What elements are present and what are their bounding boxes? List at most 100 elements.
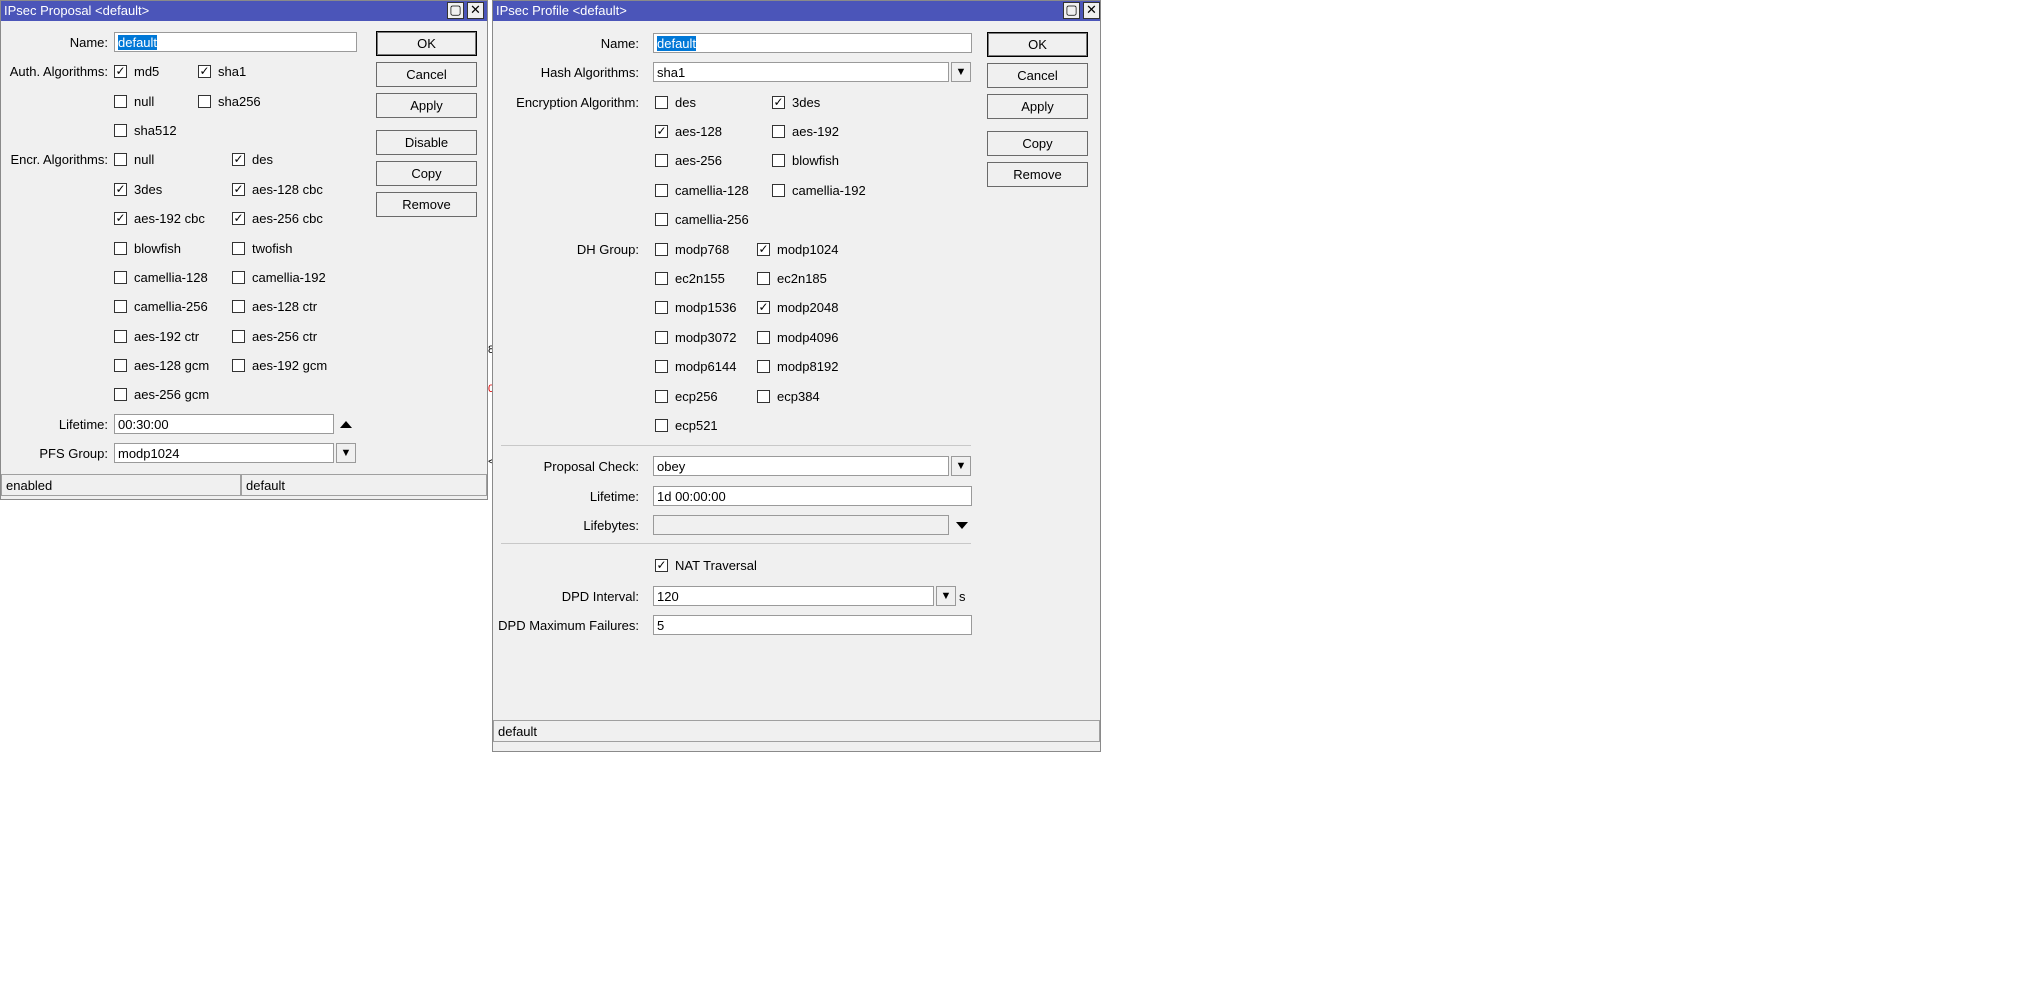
checkbox-box[interactable] <box>655 96 668 109</box>
remove-button[interactable]: Remove <box>987 162 1088 187</box>
ok-button[interactable]: OK <box>987 32 1088 57</box>
enc-checkbox-camellia-256[interactable]: camellia-256 <box>655 212 749 227</box>
profile-name-field[interactable]: default <box>653 33 972 53</box>
enc-checkbox-blowfish[interactable]: blowfish <box>772 153 839 168</box>
checkbox-box[interactable]: ✓ <box>232 212 245 225</box>
maximize-icon[interactable]: ▢ <box>447 2 464 19</box>
cancel-button[interactable]: Cancel <box>987 63 1088 88</box>
nat-traversal-checkbox[interactable]: ✓ NAT Traversal <box>655 558 757 573</box>
close-icon[interactable]: ✕ <box>467 2 484 19</box>
encr-checkbox-camellia-192[interactable]: camellia-192 <box>232 270 326 285</box>
checkbox-box[interactable] <box>232 242 245 255</box>
checkbox-box[interactable] <box>114 124 127 137</box>
checkbox-box[interactable] <box>232 330 245 343</box>
checkbox-box[interactable] <box>232 271 245 284</box>
checkbox-box[interactable] <box>772 154 785 167</box>
checkbox-box[interactable] <box>198 95 211 108</box>
dh-checkbox-modp3072[interactable]: modp3072 <box>655 330 736 345</box>
checkbox-box[interactable] <box>114 271 127 284</box>
checkbox-box[interactable] <box>114 153 127 166</box>
dh-checkbox-modp6144[interactable]: modp6144 <box>655 359 736 374</box>
encr-checkbox-camellia-256[interactable]: camellia-256 <box>114 299 208 314</box>
checkbox-box[interactable] <box>655 154 668 167</box>
checkbox-box[interactable] <box>655 213 668 226</box>
dh-checkbox-ecp521[interactable]: ecp521 <box>655 418 718 433</box>
expand-up-icon[interactable] <box>340 421 352 428</box>
dh-checkbox-modp768[interactable]: modp768 <box>655 242 729 257</box>
checkbox-box[interactable]: ✓ <box>232 183 245 196</box>
checkbox-box[interactable]: ✓ <box>655 125 668 138</box>
enc-checkbox-des[interactable]: des <box>655 95 696 110</box>
checkbox-box[interactable] <box>655 301 668 314</box>
remove-button[interactable]: Remove <box>376 192 477 217</box>
proposal-check-select[interactable]: obey <box>653 456 949 476</box>
encr-checkbox-aes-192-gcm[interactable]: aes-192 gcm <box>232 358 327 373</box>
checkbox-box[interactable] <box>655 272 668 285</box>
pfs-group-select[interactable]: modp1024 <box>114 443 334 463</box>
dh-checkbox-ecp256[interactable]: ecp256 <box>655 389 718 404</box>
checkbox-box[interactable]: ✓ <box>757 301 770 314</box>
checkbox-box[interactable] <box>232 300 245 313</box>
auth-checkbox-sha256[interactable]: sha256 <box>198 94 261 109</box>
encr-checkbox-aes-256-gcm[interactable]: aes-256 gcm <box>114 387 209 402</box>
dropdown-arrow-icon[interactable]: ▼ <box>936 586 956 606</box>
dh-checkbox-modp8192[interactable]: modp8192 <box>757 359 838 374</box>
dh-checkbox-ec2n185[interactable]: ec2n185 <box>757 271 827 286</box>
encr-checkbox-des[interactable]: ✓ des <box>232 152 273 167</box>
checkbox-box[interactable] <box>232 359 245 372</box>
dh-checkbox-ecp384[interactable]: ecp384 <box>757 389 820 404</box>
dh-checkbox-modp4096[interactable]: modp4096 <box>757 330 838 345</box>
dpd-interval-field[interactable]: 120 <box>653 586 934 606</box>
checkbox-box[interactable]: ✓ <box>114 65 127 78</box>
maximize-icon[interactable]: ▢ <box>1063 2 1080 19</box>
checkbox-box[interactable] <box>655 184 668 197</box>
enc-checkbox-camellia-128[interactable]: camellia-128 <box>655 183 749 198</box>
checkbox-box[interactable] <box>655 243 668 256</box>
checkbox-box[interactable] <box>114 300 127 313</box>
disable-button[interactable]: Disable <box>376 130 477 155</box>
checkbox-box[interactable] <box>757 360 770 373</box>
enc-checkbox-camellia-192[interactable]: camellia-192 <box>772 183 866 198</box>
encr-checkbox-aes-256-ctr[interactable]: aes-256 ctr <box>232 329 317 344</box>
proposal-lifetime-field[interactable]: 00:30:00 <box>114 414 334 434</box>
checkbox-box[interactable]: ✓ <box>114 212 127 225</box>
enc-checkbox-3des[interactable]: ✓ 3des <box>772 95 820 110</box>
apply-button[interactable]: Apply <box>376 93 477 118</box>
encr-checkbox-camellia-128[interactable]: camellia-128 <box>114 270 208 285</box>
auth-checkbox-sha512[interactable]: sha512 <box>114 123 177 138</box>
lifebytes-field[interactable] <box>653 515 949 535</box>
profile-titlebar[interactable]: IPsec Profile <default> ▢ ✕ <box>493 1 1100 21</box>
encr-checkbox-aes-128-cbc[interactable]: ✓ aes-128 cbc <box>232 182 323 197</box>
checkbox-box[interactable]: ✓ <box>114 183 127 196</box>
auth-checkbox-md5[interactable]: ✓ md5 <box>114 64 159 79</box>
encr-checkbox-3des[interactable]: ✓ 3des <box>114 182 162 197</box>
cancel-button[interactable]: Cancel <box>376 62 477 87</box>
encr-checkbox-aes-128-gcm[interactable]: aes-128 gcm <box>114 358 209 373</box>
checkbox-box[interactable]: ✓ <box>232 153 245 166</box>
auth-checkbox-null[interactable]: null <box>114 94 154 109</box>
expand-down-icon[interactable] <box>956 522 968 529</box>
checkbox-box[interactable]: ✓ <box>757 243 770 256</box>
checkbox-box[interactable] <box>114 388 127 401</box>
checkbox-box[interactable] <box>757 331 770 344</box>
apply-button[interactable]: Apply <box>987 94 1088 119</box>
enc-checkbox-aes-256[interactable]: aes-256 <box>655 153 722 168</box>
enc-checkbox-aes-192[interactable]: aes-192 <box>772 124 839 139</box>
checkbox-box[interactable] <box>114 359 127 372</box>
hash-algorithms-select[interactable]: sha1 <box>653 62 949 82</box>
dh-checkbox-modp2048[interactable]: ✓ modp2048 <box>757 300 838 315</box>
dh-checkbox-modp1024[interactable]: ✓ modp1024 <box>757 242 838 257</box>
checkbox-box[interactable] <box>655 360 668 373</box>
checkbox-box[interactable] <box>655 331 668 344</box>
proposal-name-field[interactable]: default <box>114 32 357 52</box>
dh-checkbox-ec2n155[interactable]: ec2n155 <box>655 271 725 286</box>
encr-checkbox-aes-192-cbc[interactable]: ✓ aes-192 cbc <box>114 211 205 226</box>
encr-checkbox-aes-128-ctr[interactable]: aes-128 ctr <box>232 299 317 314</box>
checkbox-box[interactable]: ✓ <box>198 65 211 78</box>
encr-checkbox-aes-256-cbc[interactable]: ✓ aes-256 cbc <box>232 211 323 226</box>
dpd-max-failures-field[interactable]: 5 <box>653 615 972 635</box>
checkbox-box[interactable] <box>772 184 785 197</box>
encr-checkbox-twofish[interactable]: twofish <box>232 241 292 256</box>
encr-checkbox-blowfish[interactable]: blowfish <box>114 241 181 256</box>
checkbox-box[interactable] <box>772 125 785 138</box>
